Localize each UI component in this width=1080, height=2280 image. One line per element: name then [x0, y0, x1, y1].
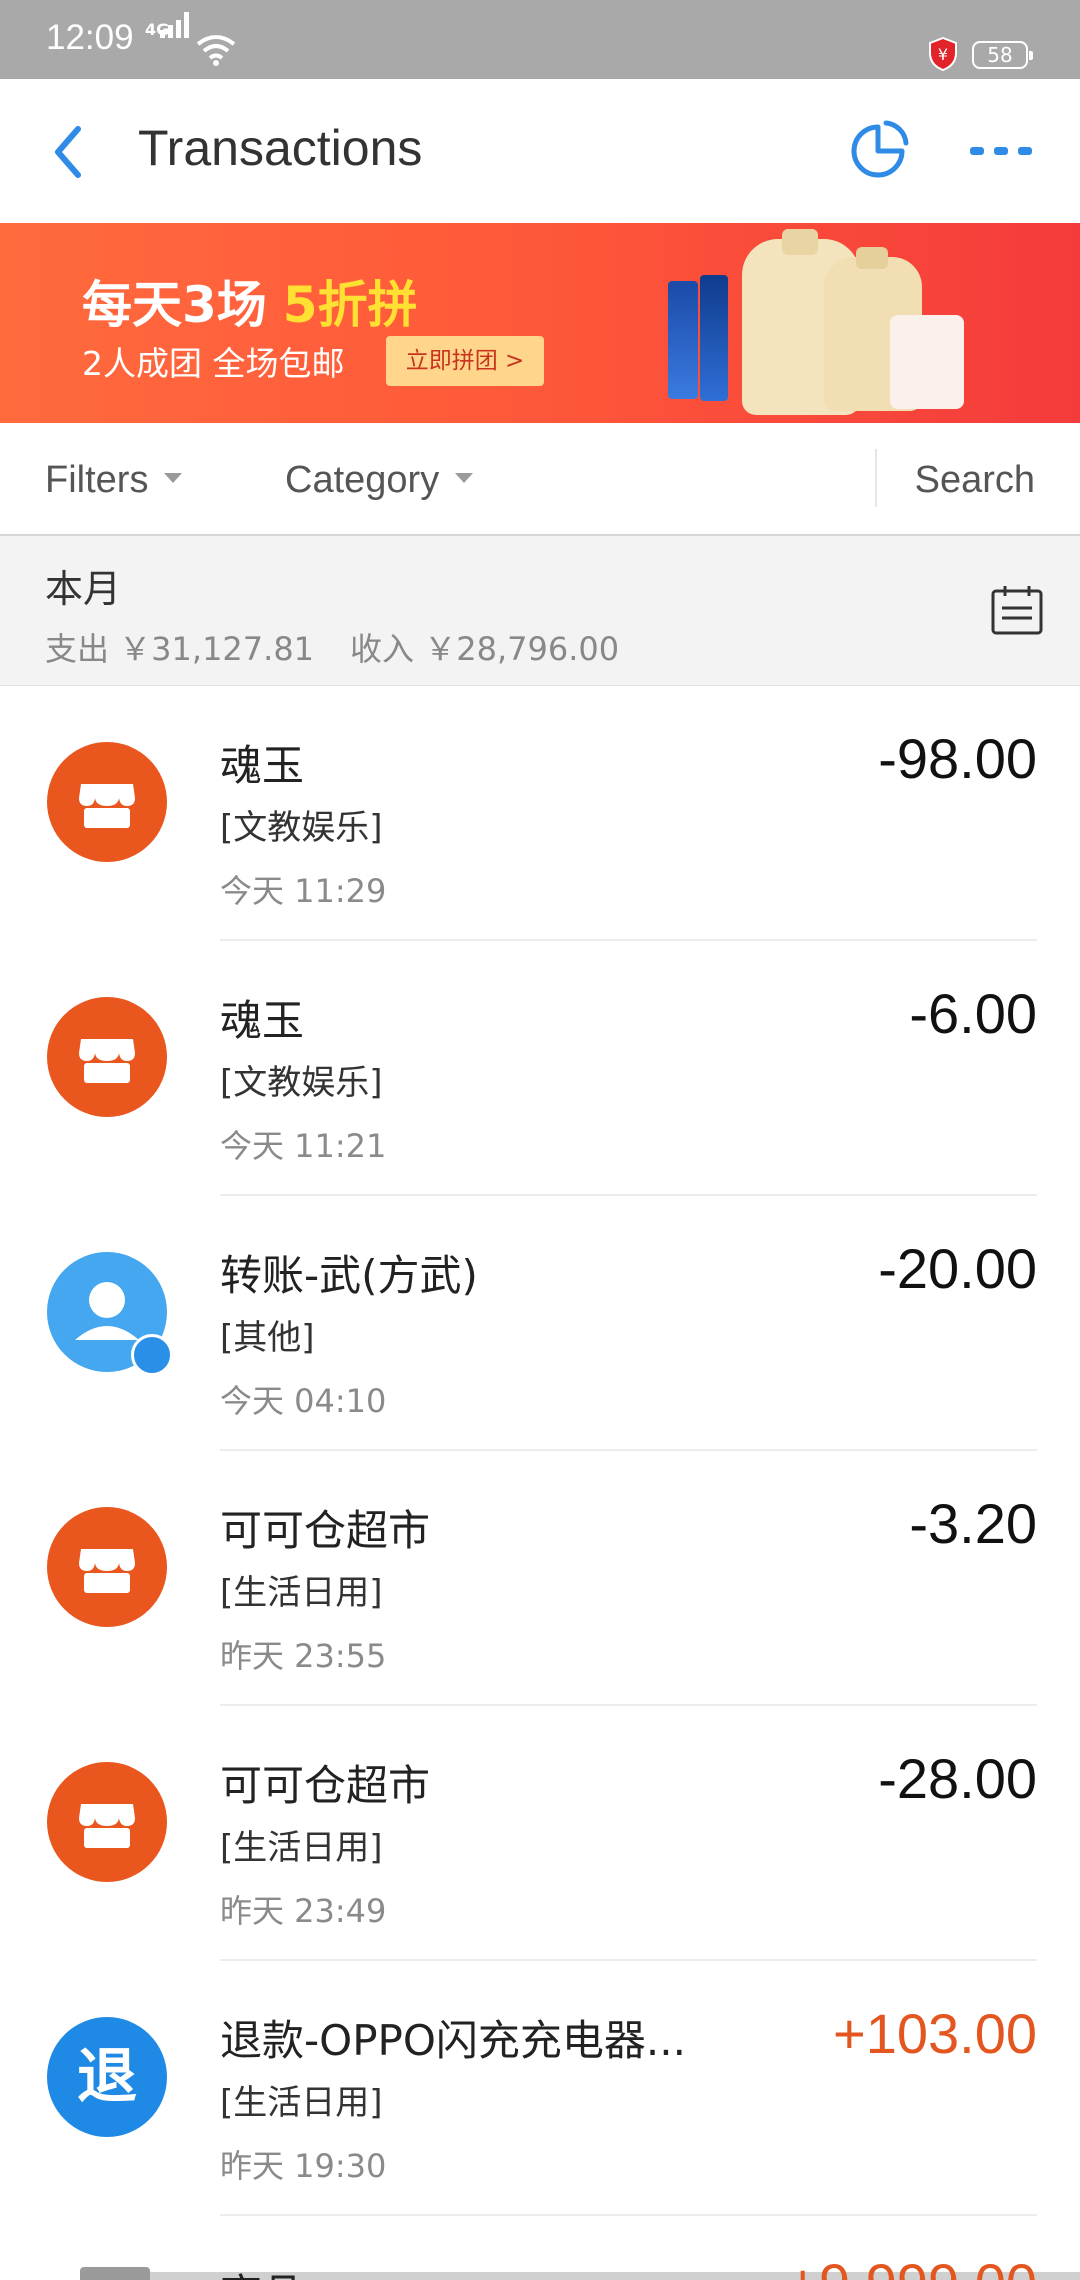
calendar-icon[interactable]	[990, 584, 1044, 636]
merchant-avatar	[47, 742, 167, 862]
page-title: Transactions	[138, 120, 423, 176]
transaction-row[interactable]: 可可仓超市 [生活日用] 昨天 23:55 -3.20	[0, 1451, 1080, 1706]
transaction-row-partial[interactable]: 商品 +9,999.00	[0, 2215, 1080, 2280]
product-toothpaste-image-2	[700, 275, 728, 401]
filter-divider	[875, 449, 877, 507]
transaction-name: 魂玉	[220, 996, 305, 1045]
merchant-avatar	[47, 1507, 167, 1627]
transaction-amount: -6.00	[909, 982, 1037, 1045]
transaction-row[interactable]: 可可仓超市 [生活日用] 昨天 23:49 -28.00	[0, 1706, 1080, 1961]
transaction-list: 魂玉 [文教娱乐] 今天 11:29 -98.00 魂玉 [文教娱乐] 今天 11:21 -6…	[0, 686, 1080, 2216]
status-bar: 12:09 4G ¥ 58	[0, 0, 1080, 79]
banner-line1: 每天3场	[82, 276, 267, 334]
transaction-amount: +103.00	[833, 2002, 1037, 2065]
refund-avatar: 退	[47, 2017, 167, 2137]
pie-chart-icon[interactable]	[846, 119, 910, 183]
transaction-name: 转账-武(方武)	[220, 1251, 478, 1300]
store-icon	[79, 784, 135, 828]
transaction-amount: -28.00	[878, 1747, 1037, 1810]
transaction-name: 可可仓超市	[220, 1761, 431, 1810]
filters-label: Filters	[45, 459, 149, 501]
category-dropdown[interactable]: Category	[285, 459, 474, 502]
transaction-row[interactable]: 魂玉 [文教娱乐] 今天 11:29 -98.00	[0, 686, 1080, 941]
merchant-avatar	[47, 1762, 167, 1882]
product-toothpaste-image	[668, 281, 698, 399]
transaction-name: 商品	[220, 2261, 304, 2280]
merchant-avatar	[47, 997, 167, 1117]
transaction-row[interactable]: 转账-武(方武) [其他] 今天 04:10 -20.00	[0, 1196, 1080, 1451]
transaction-category: [文教娱乐]	[220, 808, 383, 848]
contact-avatar	[47, 1252, 173, 1376]
promo-banner[interactable]: 每天3场 5折拼 2人成团 全场包邮 立即拼团 >	[0, 223, 1080, 423]
filter-bar: Filters Category Search	[0, 423, 1080, 536]
verified-badge-icon	[131, 1334, 173, 1376]
transaction-row[interactable]: 魂玉 [文教娱乐] 今天 11:21 -6.00	[0, 941, 1080, 1196]
refund-icon: 退	[77, 2042, 137, 2112]
transaction-time: 今天 04:10	[220, 1382, 387, 1420]
transaction-time: 今天 11:29	[220, 872, 387, 910]
transaction-time: 今天 11:21	[220, 1127, 387, 1165]
transaction-amount: -3.20	[909, 1492, 1037, 1555]
wifi-icon	[196, 35, 236, 66]
transaction-category: [生活日用]	[220, 1828, 383, 1868]
transaction-time: 昨天 23:49	[220, 1892, 387, 1930]
category-label: Category	[285, 459, 440, 501]
battery-level: 58	[987, 43, 1013, 67]
caret-down-icon	[164, 472, 183, 483]
network-type: 4G	[145, 20, 170, 39]
month-summary: 本月 支出 ￥31,127.81 收入 ￥28,796.00	[0, 536, 1080, 686]
filters-dropdown[interactable]: Filters	[45, 459, 183, 502]
transaction-time: 昨天 23:55	[220, 1637, 387, 1675]
transaction-amount: -98.00	[878, 727, 1037, 790]
banner-headline: 每天3场 5折拼	[82, 265, 418, 337]
banner-highlight: 5折拼	[282, 276, 418, 334]
store-icon	[79, 1549, 135, 1593]
transaction-name: 退款-OPPO闪充充电器...	[220, 2016, 686, 2065]
transaction-category: [文教娱乐]	[220, 1063, 383, 1103]
svg-text:¥: ¥	[938, 45, 948, 64]
banner-cta-button[interactable]: 立即拼团 >	[386, 336, 544, 386]
transaction-amount: -20.00	[878, 1237, 1037, 1300]
transaction-name: 可可仓超市	[220, 1506, 431, 1555]
app-header: Transactions	[0, 79, 1080, 223]
transaction-category: [生活日用]	[220, 1573, 383, 1613]
banner-subline: 2人成团 全场包邮	[82, 344, 345, 383]
transaction-name: 魂玉	[220, 741, 305, 790]
product-tissue-image	[890, 315, 964, 409]
transaction-category: [其他]	[220, 1318, 315, 1358]
transaction-time: 昨天 19:30	[220, 2147, 387, 2185]
store-icon	[79, 1039, 135, 1083]
caret-down-icon	[455, 472, 474, 483]
transaction-category: [生活日用]	[220, 2083, 383, 2123]
store-icon	[79, 1804, 135, 1848]
security-shield-icon: ¥	[929, 37, 957, 71]
battery-indicator: 58	[972, 41, 1033, 69]
status-time: 12:09	[46, 18, 134, 57]
transaction-row[interactable]: 退 退款-OPPO闪充充电器... [生活日用] 昨天 19:30 +103.00	[0, 1961, 1080, 2216]
month-totals: 支出 ￥31,127.81 收入 ￥28,796.00	[45, 624, 655, 670]
expense-total: 支出 ￥31,127.81	[45, 630, 315, 668]
month-label: 本月	[45, 567, 122, 611]
transaction-amount: +9,999.00	[786, 2251, 1037, 2280]
income-total: 收入 ￥28,796.00	[350, 630, 620, 668]
product-avatar	[80, 2267, 150, 2280]
chevron-left-icon[interactable]	[44, 117, 94, 187]
more-dots-icon[interactable]	[968, 141, 1034, 161]
search-button[interactable]: Search	[915, 459, 1035, 502]
